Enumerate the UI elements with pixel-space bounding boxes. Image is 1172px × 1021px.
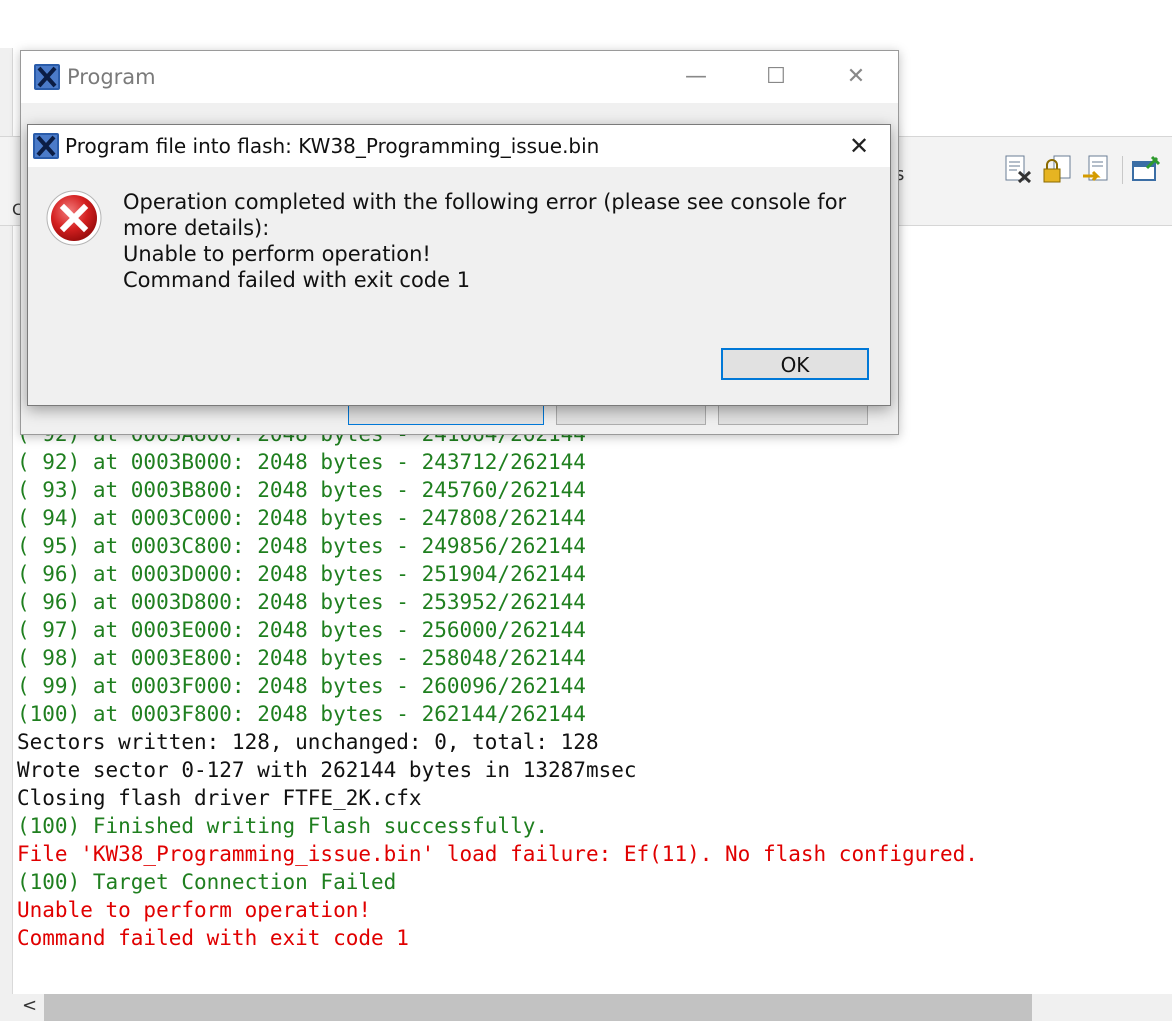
remove-all-terminated-icon[interactable] <box>1003 154 1033 184</box>
console-line: (100) Target Connection Failed <box>17 870 397 894</box>
minimize-button[interactable]: — <box>676 61 716 93</box>
error-message-line: Unable to perform operation! <box>123 242 431 266</box>
console-line: Sectors written: 128, unchanged: 0, tota… <box>17 730 599 754</box>
error-icon <box>46 190 102 246</box>
console-line: ( 98) at 0003E800: 2048 bytes - 258048/2… <box>17 646 586 670</box>
console-output[interactable]: ( 92) at 0003A800: 2048 bytes - 241664/2… <box>17 420 1167 960</box>
console-line: Unable to perform operation! <box>17 898 372 922</box>
close-icon[interactable]: ✕ <box>836 129 882 163</box>
close-button[interactable]: ✕ <box>836 61 876 93</box>
error-dialog-titlebar[interactable]: Program file into flash: KW38_Programmin… <box>28 125 890 167</box>
console-line: ( 96) at 0003D000: 2048 bytes - 251904/2… <box>17 562 586 586</box>
app-x-icon <box>33 133 59 159</box>
console-line: ( 97) at 0003E000: 2048 bytes - 256000/2… <box>17 618 586 642</box>
console-line: Command failed with exit code 1 <box>17 926 409 950</box>
console-line: ( 94) at 0003C000: 2048 bytes - 247808/2… <box>17 506 586 530</box>
horizontal-scrollbar-thumb[interactable] <box>44 994 1032 1021</box>
console-line: Wrote sector 0-127 with 262144 bytes in … <box>17 758 637 782</box>
console-line: ( 93) at 0003B800: 2048 bytes - 245760/2… <box>17 478 586 502</box>
ok-button[interactable]: OK <box>721 348 869 380</box>
error-message: Operation completed with the following e… <box>123 189 873 293</box>
console-line: ( 95) at 0003C800: 2048 bytes - 249856/2… <box>17 534 586 558</box>
console-line: (100) at 0003F800: 2048 bytes - 262144/2… <box>17 702 586 726</box>
scroll-left-icon[interactable]: < <box>22 995 37 1016</box>
program-dialog-title: Program <box>67 65 156 89</box>
lock-icon[interactable] <box>1042 154 1072 184</box>
error-dialog-title: Program file into flash: KW38_Programmin… <box>65 134 600 158</box>
error-dialog: Program file into flash: KW38_Programmin… <box>27 124 891 406</box>
error-message-line: Command failed with exit code 1 <box>123 268 471 292</box>
pin-console-icon[interactable] <box>1081 154 1111 184</box>
console-line: ( 92) at 0003B000: 2048 bytes - 243712/2… <box>17 450 586 474</box>
app-x-icon <box>34 64 60 90</box>
console-line: Closing flash driver FTFE_2K.cfx <box>17 786 422 810</box>
maximize-button[interactable]: ☐ <box>756 61 796 93</box>
toolbar-separator <box>1122 156 1123 184</box>
console-line: File 'KW38_Programming_issue.bin' load f… <box>17 842 978 866</box>
console-line: (100) Finished writing Flash successfull… <box>17 814 549 838</box>
error-message-line: Operation completed with the following e… <box>123 190 847 240</box>
console-line: ( 99) at 0003F000: 2048 bytes - 260096/2… <box>17 674 586 698</box>
open-console-icon[interactable] <box>1131 154 1161 184</box>
console-line: ( 96) at 0003D800: 2048 bytes - 253952/2… <box>17 590 586 614</box>
program-dialog-titlebar[interactable]: Program — ☐ ✕ <box>21 51 898 103</box>
